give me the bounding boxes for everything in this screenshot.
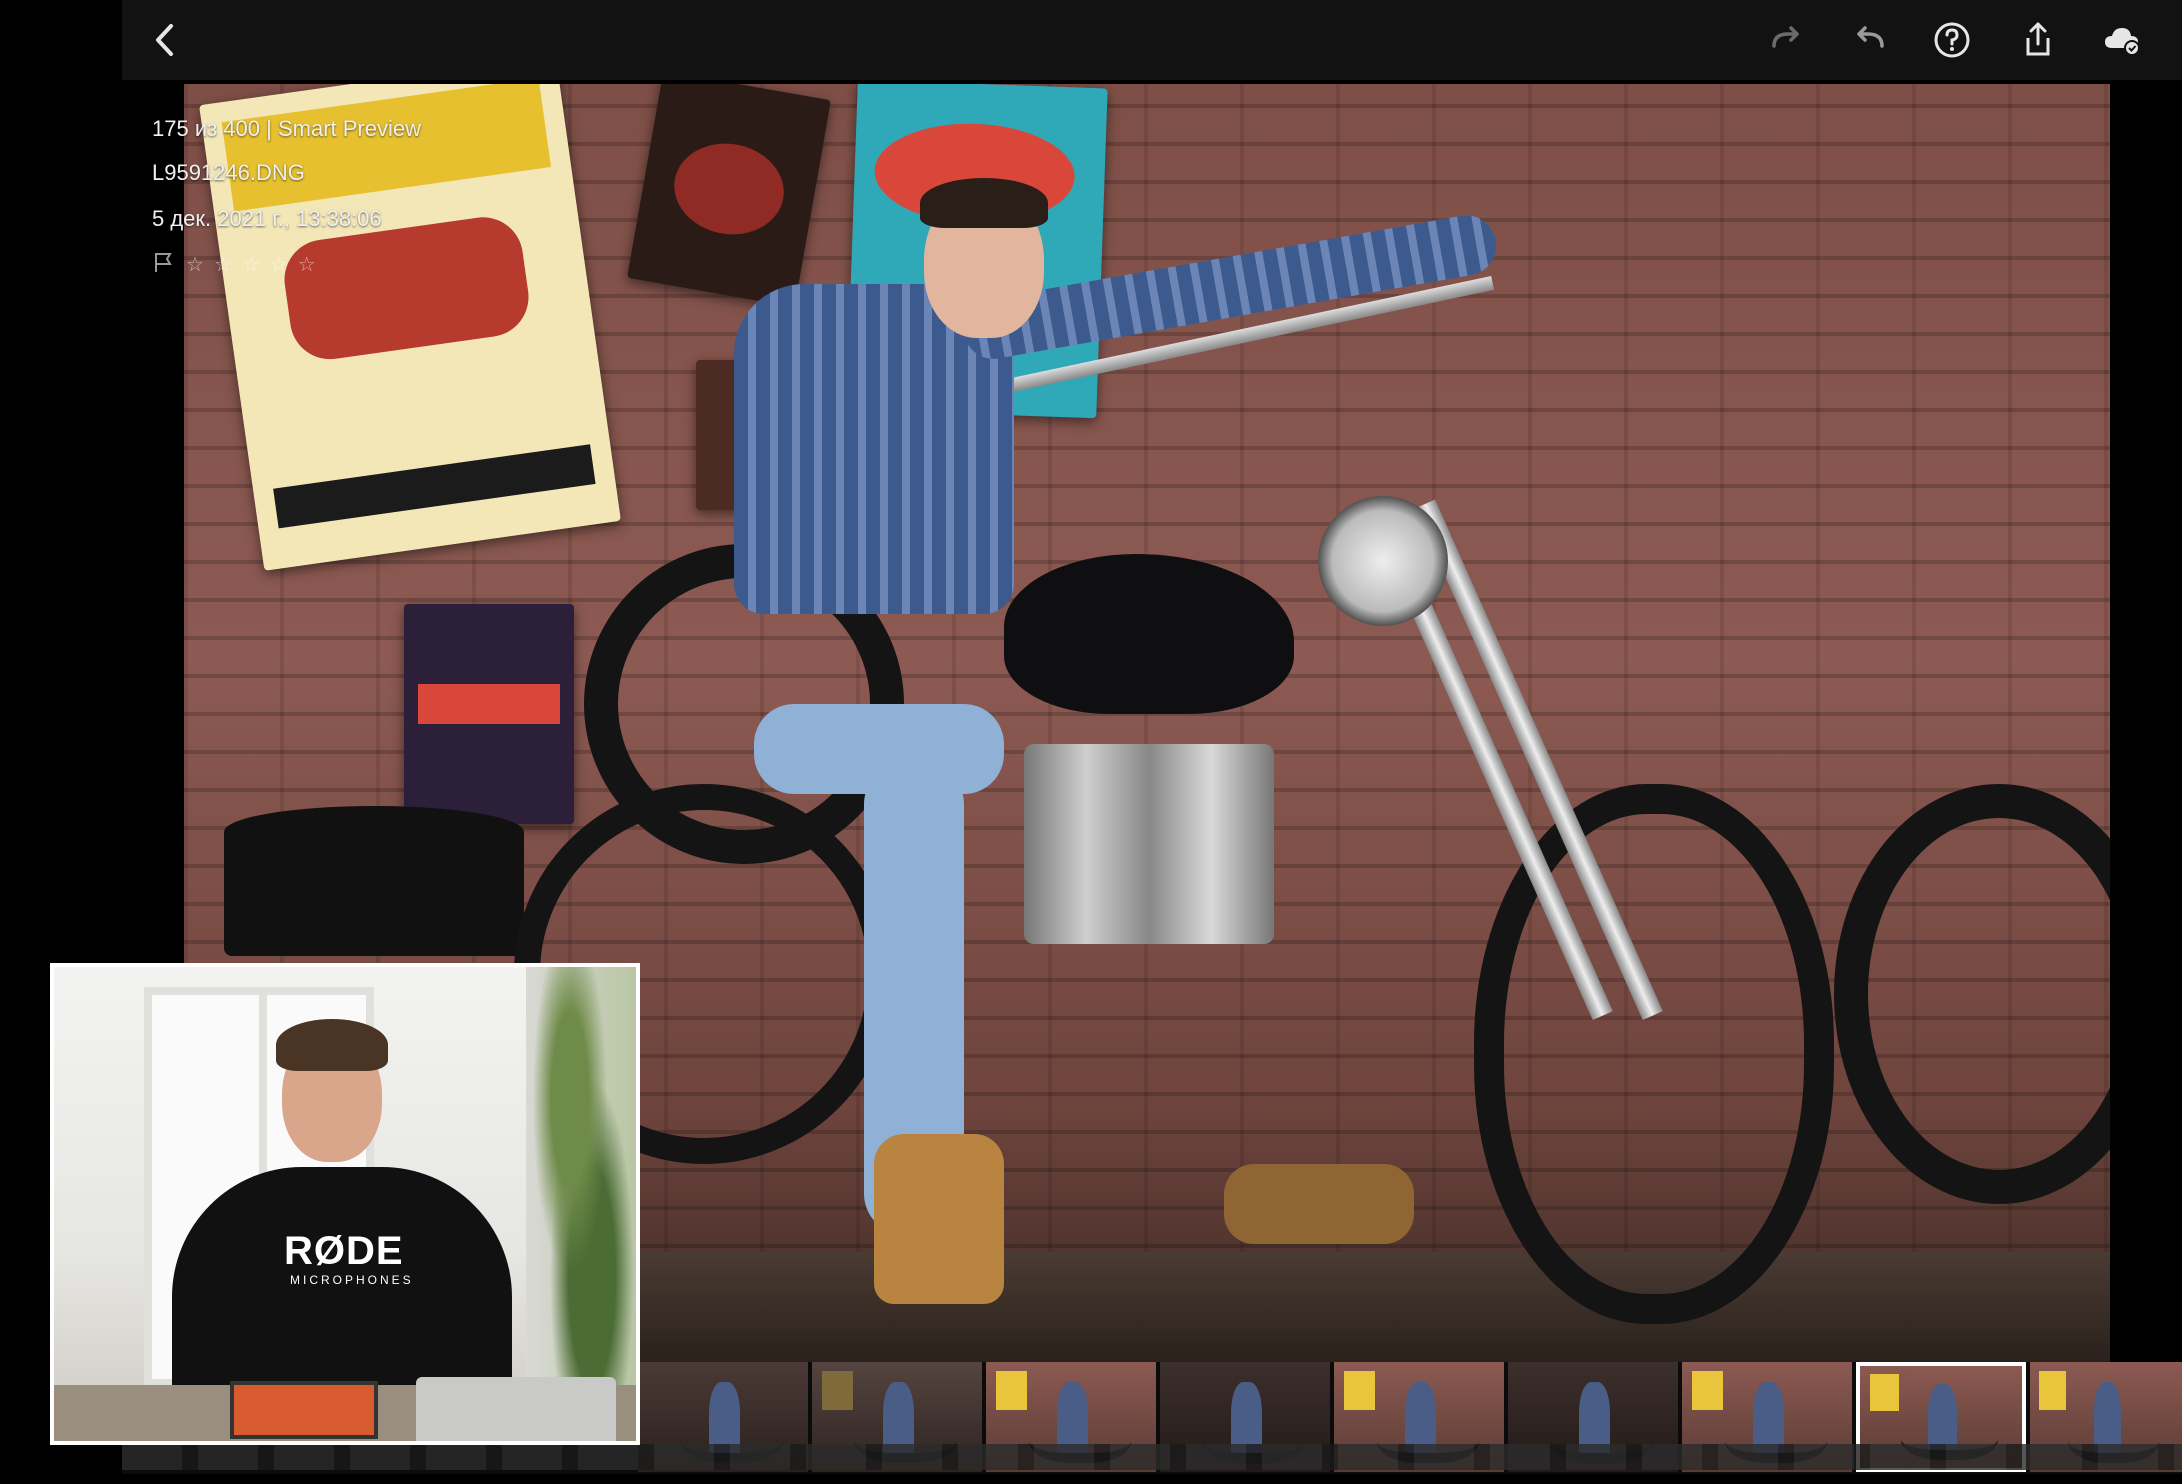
chevron-left-icon[interactable] [138,12,194,68]
undo-icon[interactable] [1842,12,1898,68]
motorcycle-engine [1024,744,1274,944]
man-boot [874,1134,1004,1304]
share-icon[interactable] [2010,12,2066,68]
motorcycle-headlight [1318,496,1448,626]
rating-bar: ☆ ☆ ☆ ☆ ☆ [152,250,316,279]
poster-hot-rod-garage [404,604,574,824]
star-icon-1[interactable]: ☆ [186,255,204,275]
help-icon[interactable] [1924,12,1980,68]
photo-counter: 175 из 400 | Smart Preview [152,116,421,141]
motorcycle-tank [1004,554,1294,714]
man-hair [920,178,1048,228]
redo-icon[interactable] [1758,12,1814,68]
filmstrip-secondary-row [122,1444,2182,1470]
cloud-sync-icon[interactable] [2094,12,2150,68]
star-icon-2[interactable]: ☆ [214,255,232,275]
barrel [224,806,524,956]
flag-icon[interactable] [152,250,176,279]
man-boot-2 [1224,1164,1414,1244]
photo-datetime: 5 дек. 2021 г., 13:38:06 [152,206,382,231]
pip-laptop [416,1377,616,1441]
pip-device [230,1381,378,1439]
poster-motorhead [627,84,831,308]
tire-right-wall [1834,784,2110,1204]
presenter-hair [276,1019,388,1071]
star-icon-5[interactable]: ☆ [298,255,316,275]
shirt-brand: RØDE [284,1229,404,1273]
photo-filename: L9591246.DNG [152,160,305,185]
poster-hot-rods [199,84,621,571]
star-icon-4[interactable]: ☆ [270,255,288,275]
presenter-video-overlay: RØDE MICROPHONES [50,963,640,1445]
pip-plant [526,967,636,1407]
top-toolbar [122,0,2182,80]
star-icon-3[interactable]: ☆ [242,255,260,275]
shirt-brand-sub: MICROPHONES [290,1273,414,1287]
